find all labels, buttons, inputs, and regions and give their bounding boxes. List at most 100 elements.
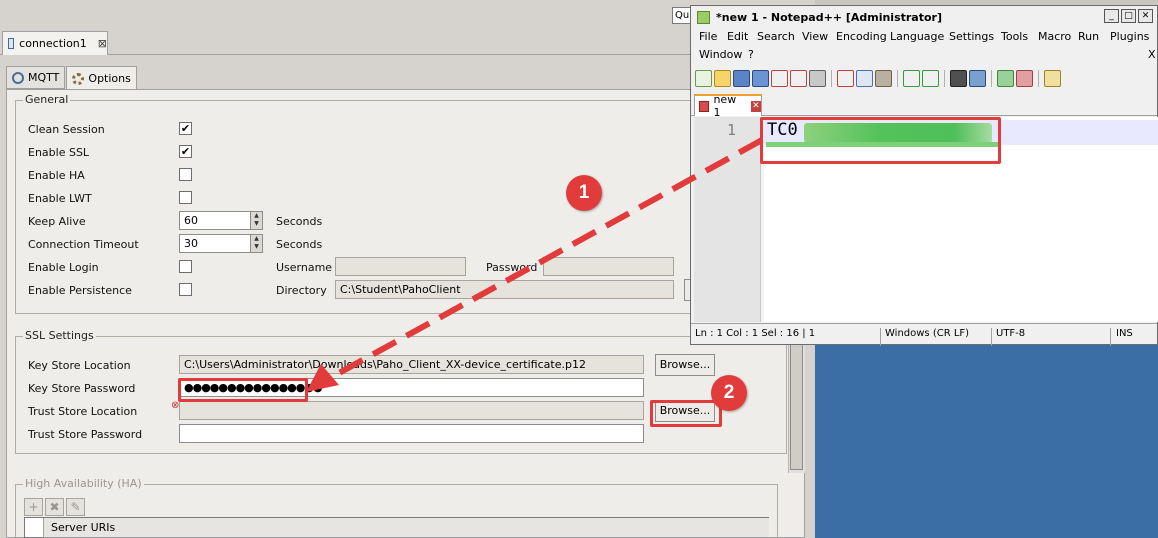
directory-input[interactable]: C:\Student\PahoClient (335, 280, 674, 299)
menu-settings[interactable]: Settings (949, 30, 994, 43)
maximize-button[interactable]: □ (1121, 9, 1136, 23)
minimize-button[interactable]: _ (1104, 9, 1119, 23)
key-store-location-input[interactable]: C:\Users\Administrator\Downloads\Paho_Cl… (179, 355, 644, 374)
window-controls: _ □ ✕ (1104, 9, 1153, 23)
status-divider (991, 328, 992, 346)
trust-store-location-input[interactable] (179, 401, 644, 420)
unsaved-icon (699, 100, 710, 112)
paste-icon[interactable] (875, 69, 892, 87)
close-tab-icon[interactable]: ⊠ (98, 37, 107, 50)
save-icon[interactable] (733, 69, 750, 87)
password-input[interactable] (543, 257, 674, 276)
line-number-gutter: 1 (694, 117, 761, 322)
server-uris-header[interactable]: Server URIs (43, 518, 769, 538)
menu-close-doc[interactable]: X (1148, 48, 1156, 61)
menu-macro[interactable]: Macro (1038, 30, 1071, 43)
zoom-out-icon[interactable] (1016, 69, 1033, 87)
menu-help[interactable]: ? (748, 48, 754, 61)
status-encoding: UTF-8 (996, 328, 1026, 339)
add-uri-icon[interactable]: + (24, 498, 43, 516)
key-store-browse-button[interactable]: Browse... (655, 354, 715, 376)
status-divider (1110, 328, 1111, 346)
directory-label: Directory (276, 284, 327, 297)
menu-search[interactable]: Search (757, 30, 795, 43)
find-icon[interactable] (950, 69, 967, 87)
notepad-title: *new 1 - Notepad++ [Administrator] (716, 10, 942, 24)
menu-language[interactable]: Language (890, 30, 944, 43)
save-all-icon[interactable] (752, 69, 769, 87)
menu-view[interactable]: View (802, 30, 828, 43)
tab-mqtt-label: MQTT (28, 71, 60, 84)
password-highlight (178, 378, 308, 402)
connection-icon (8, 38, 15, 49)
line-number: 1 (726, 121, 736, 139)
replace-icon[interactable] (969, 69, 986, 87)
enable-persistence-label: Enable Persistence (28, 284, 132, 297)
username-input[interactable] (335, 257, 466, 276)
keep-alive-input[interactable]: 60 (179, 211, 251, 230)
key-store-location-label: Key Store Location (28, 359, 131, 372)
mqtt-icon (12, 71, 24, 84)
tab-new-1[interactable]: new 1 ✕ (694, 93, 762, 119)
menu-file[interactable]: File (699, 30, 717, 43)
notepad-title-bar[interactable]: *new 1 - Notepad++ [Administrator] _ □ ✕ (691, 6, 1157, 28)
connection-timeout-spinner[interactable]: ▲ ▼ (251, 234, 263, 253)
new-file-icon[interactable] (695, 69, 712, 87)
open-file-icon[interactable] (714, 69, 731, 87)
tab-connection1[interactable]: connection1 ⊠ (2, 31, 108, 55)
menu-plugins[interactable]: Plugins (1110, 30, 1149, 43)
ha-toolbar: + ✖ ✎ (24, 498, 85, 516)
close-tab-icon[interactable]: ✕ (750, 100, 761, 112)
options-panel: General Clean Session ✔ Enable SSL ✔ Ena… (6, 89, 805, 538)
menu-bar: File Edit Search View Encoding Language … (691, 28, 1157, 66)
menu-edit[interactable]: Edit (727, 30, 748, 43)
notepad-window: *new 1 - Notepad++ [Administrator] _ □ ✕… (690, 5, 1158, 346)
key-store-password-label: Key Store Password (28, 382, 136, 395)
cut-icon[interactable] (837, 69, 854, 87)
keep-alive-spinner[interactable]: ▲ ▼ (251, 211, 263, 230)
menu-tools[interactable]: Tools (1001, 30, 1028, 43)
server-uris-table[interactable]: Server URIs (24, 517, 769, 538)
status-eol: Windows (CR LF) (885, 328, 970, 339)
tab-options[interactable]: Options (66, 66, 137, 90)
tab-options-label: Options (88, 72, 131, 85)
copy-icon[interactable] (856, 69, 873, 87)
enable-ssl-label: Enable SSL (28, 146, 90, 159)
sub-tab-bar: MQTT Options (6, 66, 138, 90)
zoom-in-icon[interactable] (997, 69, 1014, 87)
menu-run[interactable]: Run (1078, 30, 1099, 43)
close-all-icon[interactable] (790, 69, 807, 87)
username-label: Username (276, 261, 333, 274)
enable-persistence-checkbox[interactable] (179, 283, 192, 296)
menu-window[interactable]: Window (699, 48, 742, 61)
tab-mqtt[interactable]: MQTT (6, 66, 66, 89)
notepad-toolbar (695, 67, 1061, 89)
enable-lwt-checkbox[interactable] (179, 191, 192, 204)
connection-timeout-input[interactable]: 30 (179, 234, 251, 253)
close-file-icon[interactable] (771, 69, 788, 87)
close-window-button[interactable]: ✕ (1138, 9, 1153, 23)
trust-store-password-input[interactable] (179, 424, 644, 443)
trust-store-password-label: Trust Store Password (28, 428, 143, 441)
notepad-status-bar: Ln : 1 Col : 1 Sel : 16 | 1 Windows (CR … (691, 323, 1157, 346)
print-icon[interactable] (809, 69, 826, 87)
enable-ssl-checkbox[interactable]: ✔ (179, 145, 192, 158)
menu-encoding[interactable]: Encoding (836, 30, 887, 43)
tab-connection1-label: connection1 (19, 37, 87, 50)
tab-new-1-label: new 1 (713, 93, 737, 119)
delete-uri-icon[interactable]: ✖ (45, 498, 64, 516)
toolbar-separator (1038, 69, 1039, 87)
enable-login-checkbox[interactable] (179, 260, 192, 273)
keep-alive-unit: Seconds (276, 215, 323, 228)
enable-ha-checkbox[interactable] (179, 168, 192, 181)
sync-scroll-icon[interactable] (1044, 69, 1061, 87)
password-label: Password (486, 261, 538, 274)
clean-session-checkbox[interactable]: ✔ (179, 122, 192, 135)
step-1-badge: 1 (566, 175, 602, 211)
notepad-tab-bar: new 1 ✕ (691, 92, 1157, 119)
undo-icon[interactable] (903, 69, 920, 87)
edit-uri-icon[interactable]: ✎ (66, 498, 85, 516)
redo-icon[interactable] (922, 69, 939, 87)
ha-title: High Availability (HA) (23, 477, 144, 490)
step-2-badge: 2 (711, 375, 747, 411)
